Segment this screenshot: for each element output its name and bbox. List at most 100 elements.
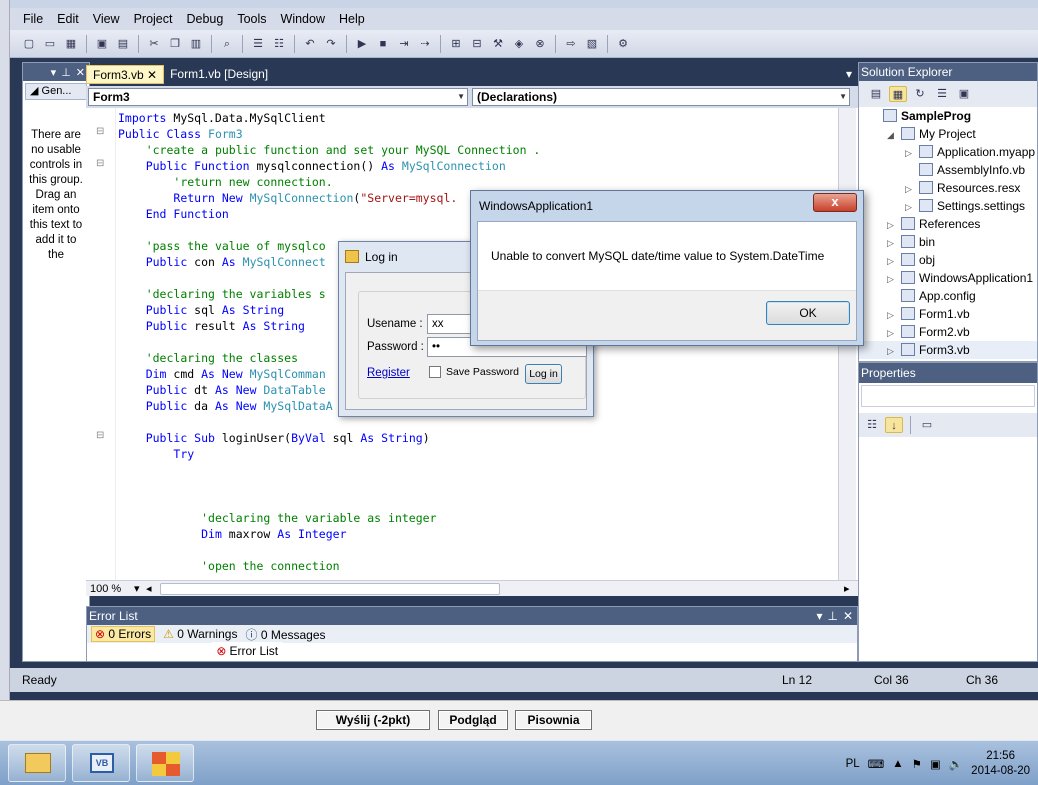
solution-explorer-icon[interactable]: ⊞: [447, 36, 465, 52]
alphabetical-icon[interactable]: ↓: [885, 417, 903, 433]
tab-error-list[interactable]: ⊗ Error List: [212, 642, 283, 661]
menu-help[interactable]: Help: [332, 10, 372, 28]
solution-tree-item[interactable]: ▷ Settings.settings: [859, 197, 1037, 215]
pin-icon[interactable]: ⊥: [61, 66, 71, 79]
code-line[interactable]: 'create a public function and set your M…: [118, 142, 838, 158]
taskbar-explorer[interactable]: [8, 744, 66, 782]
copy-icon[interactable]: ❐: [166, 36, 184, 52]
code-line[interactable]: [118, 494, 838, 510]
menu-file[interactable]: File: [16, 10, 50, 28]
expander-icon[interactable]: ▷: [905, 180, 919, 198]
redo-icon[interactable]: ↷: [322, 36, 340, 52]
code-line[interactable]: Dim maxrow As Integer: [118, 526, 838, 542]
refresh-icon[interactable]: ↻: [911, 86, 929, 102]
object-selector-dropdown[interactable]: [861, 385, 1035, 407]
code-line[interactable]: Public Function mysqlconnection() As MyS…: [118, 158, 838, 174]
close-icon[interactable]: ✕: [147, 68, 157, 82]
tab-form3-vb[interactable]: Form3.vb ✕: [86, 65, 165, 84]
solution-tree-item[interactable]: App.config: [859, 287, 1037, 305]
code-line[interactable]: Imports MySql.Data.MySqlClient: [118, 110, 838, 126]
toolbox-group-general[interactable]: ◢ Gen...: [25, 83, 87, 100]
warnings-filter[interactable]: ⚠ 0 Warnings: [163, 627, 237, 641]
property-pages-icon[interactable]: ▭: [918, 417, 936, 433]
save-password-checkbox[interactable]: [429, 366, 441, 378]
solution-tree-item[interactable]: ▷ Resources.resx: [859, 179, 1037, 197]
menu-window[interactable]: Window: [274, 10, 332, 28]
tab-dropdown-icon[interactable]: ▾: [840, 65, 858, 84]
solution-tree-item[interactable]: ▷ Form2.vb: [859, 323, 1037, 341]
code-line[interactable]: Try: [118, 446, 838, 462]
language-indicator[interactable]: PL: [846, 758, 860, 770]
errors-filter[interactable]: ⊗ 0 Errors: [91, 626, 156, 642]
expander-icon[interactable]: ▷: [887, 234, 901, 252]
menu-tools[interactable]: Tools: [230, 10, 273, 28]
solution-tree-item[interactable]: SampleProg: [859, 107, 1037, 125]
menu-edit[interactable]: Edit: [50, 10, 86, 28]
tab-form1-design[interactable]: Form1.vb [Design]: [164, 65, 274, 84]
solution-tree-item[interactable]: ▷ Form3.vb: [859, 341, 1037, 359]
undo-icon[interactable]: ↶: [301, 36, 319, 52]
error-list-icon[interactable]: ⊗: [531, 36, 549, 52]
close-button[interactable]: x: [813, 193, 857, 212]
preview-button[interactable]: Podgląd: [438, 710, 508, 730]
taskbar-visual-studio[interactable]: VB: [72, 744, 130, 782]
categorized-icon[interactable]: ☷: [863, 417, 881, 433]
solution-tree-item[interactable]: ◢ My Project: [859, 125, 1037, 143]
volume-icon[interactable]: 🔈: [949, 757, 963, 771]
login-button[interactable]: Log in: [525, 364, 562, 384]
close-icon[interactable]: ✕: [76, 66, 85, 79]
method-name-dropdown[interactable]: (Declarations) ▼: [472, 88, 850, 106]
comment-icon[interactable]: ☰: [249, 36, 267, 52]
solution-tree-item[interactable]: ▷ WindowsApplication1: [859, 269, 1037, 287]
add-item-icon[interactable]: ▦: [62, 36, 80, 52]
class-name-dropdown[interactable]: Form3 ▼: [88, 88, 468, 106]
action-center-icon[interactable]: ⚑: [912, 757, 922, 771]
code-line[interactable]: 'declaring the variable as integer: [118, 510, 838, 526]
open-file-icon[interactable]: ▭: [41, 36, 59, 52]
new-project-icon[interactable]: ▢: [20, 36, 38, 52]
code-line[interactable]: [118, 462, 838, 478]
code-line[interactable]: 'return new connection.: [118, 174, 838, 190]
toolbox-icon[interactable]: ⚒: [489, 36, 507, 52]
expander-icon[interactable]: ▷: [887, 270, 901, 288]
menu-project[interactable]: Project: [127, 10, 180, 28]
object-browser-icon[interactable]: ◈: [510, 36, 528, 52]
start-page-icon[interactable]: ▧: [583, 36, 601, 52]
show-hidden-icons[interactable]: ▲: [892, 758, 903, 770]
expander-icon[interactable]: ▷: [887, 324, 901, 342]
close-icon[interactable]: ✕: [843, 609, 853, 623]
expander-icon[interactable]: ◢: [887, 126, 901, 144]
save-icon[interactable]: ▣: [93, 36, 111, 52]
start-debug-icon[interactable]: ▶: [353, 36, 371, 52]
solution-tree-item[interactable]: AssemblyInfo.vb: [859, 161, 1037, 179]
menu-view[interactable]: View: [86, 10, 127, 28]
clock[interactable]: 21:56 2014-08-20: [971, 749, 1030, 779]
save-all-icon[interactable]: ▤: [114, 36, 132, 52]
taskbar-browser[interactable]: [136, 744, 194, 782]
code-line[interactable]: [118, 542, 838, 558]
find-icon[interactable]: ⌕: [218, 36, 236, 52]
solution-tree-item[interactable]: ▷ Form1.vb: [859, 305, 1037, 323]
uncomment-icon[interactable]: ☷: [270, 36, 288, 52]
expander-icon[interactable]: ▷: [887, 306, 901, 324]
network-icon[interactable]: ▣: [930, 757, 941, 771]
expander-icon[interactable]: ▷: [887, 216, 901, 234]
step-icon[interactable]: ⇥: [395, 36, 413, 52]
navigate-icon[interactable]: ⇨: [562, 36, 580, 52]
solution-tree-item[interactable]: ▷ Application.myapp: [859, 143, 1037, 161]
cut-icon[interactable]: ✂: [145, 36, 163, 52]
expander-icon[interactable]: ▷: [905, 144, 919, 162]
register-link[interactable]: Register: [367, 367, 410, 379]
tab-immediate-window[interactable]: ▤ Immediate Window: [86, 642, 210, 661]
code-line[interactable]: [118, 478, 838, 494]
chevron-down-icon[interactable]: ▾: [51, 66, 57, 79]
scroll-right-icon[interactable]: ▸: [844, 582, 858, 595]
solution-tree-item[interactable]: ▷ obj: [859, 251, 1037, 269]
zoom-level[interactable]: 100 %: [86, 583, 134, 595]
view-code-icon[interactable]: ☰: [933, 86, 951, 102]
fold-toggle-icon[interactable]: ⊟: [96, 158, 104, 169]
pin-icon[interactable]: ⊥: [827, 609, 837, 623]
expander-icon[interactable]: ▷: [887, 342, 901, 360]
properties-icon[interactable]: ▤: [867, 86, 885, 102]
solution-tree-item[interactable]: ▷ References: [859, 215, 1037, 233]
